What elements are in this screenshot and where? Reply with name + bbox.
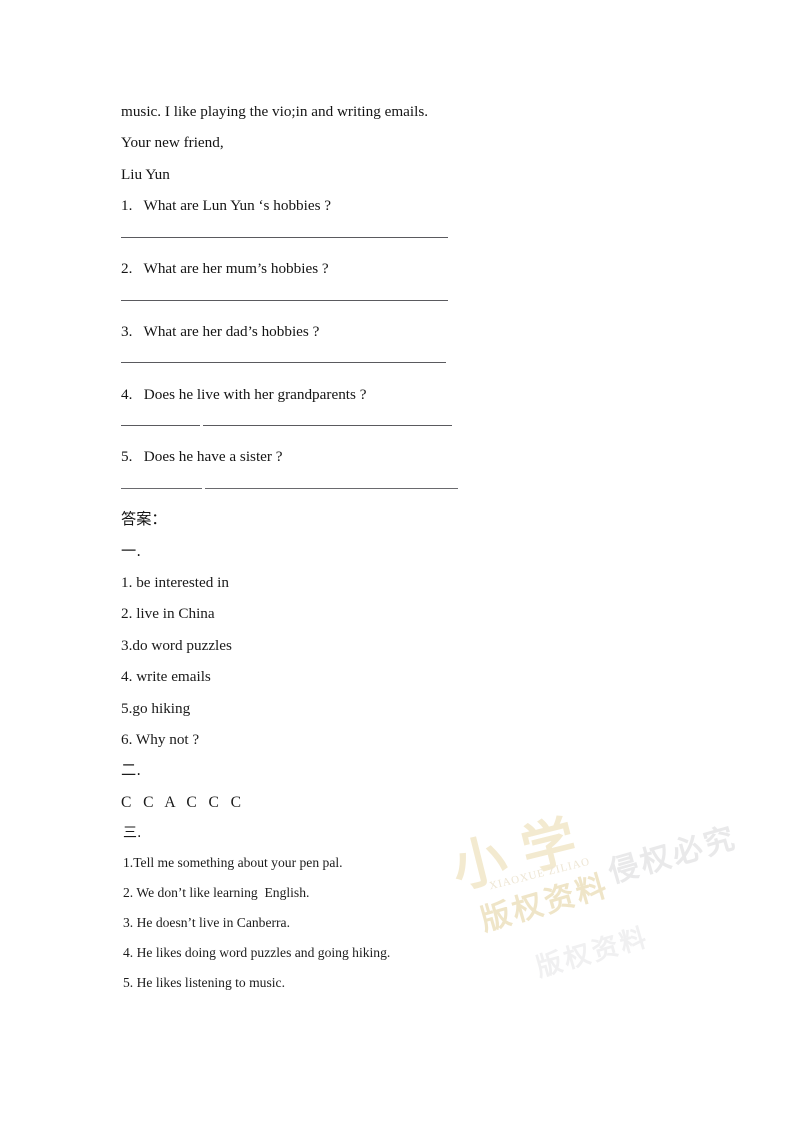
section-three-item-2: 2. We don’t like learning English. (123, 885, 310, 901)
question-5: 5. Does he have a sister ? (121, 448, 283, 466)
section-three-label: 三. (123, 825, 142, 842)
question-1: 1. What are Lun Yun ‘s hobbies ? (121, 197, 332, 215)
section-three-item-1: 1.Tell me something about your pen pal. (123, 855, 343, 871)
section-one-label: 一. (121, 541, 142, 560)
answer-blank-3[interactable] (121, 347, 681, 378)
section-one-item-5: 5.go hiking (121, 699, 191, 717)
letter-signature: Liu Yun (121, 165, 170, 183)
section-three-item-3: 3. He doesn’t live in Canberra. (123, 915, 290, 931)
section-one-item-3: 3.do word puzzles (121, 636, 232, 654)
question-2: 2. What are her mum’s hobbies ? (121, 260, 329, 278)
document-content: music. I like playing the vio;in and wri… (121, 96, 681, 998)
section-one-item-1: 1. be interested in (121, 574, 229, 592)
section-one-item-6: 6. Why not ? (121, 731, 200, 749)
answer-blank-2[interactable] (121, 284, 681, 315)
document-page: 小 学 XIAOXUE ZILIAO 版权资料 侵权必究 版权资料 music.… (0, 0, 793, 1122)
question-4: 4. Does he live with her grandparents ? (121, 385, 367, 403)
question-3: 3. What are her dad’s hobbies ? (121, 322, 320, 340)
section-one-item-2: 2. live in China (121, 605, 215, 623)
letter-body-text: music. I like playing the vio;in and wri… (121, 103, 429, 120)
section-three-item-4: 4. He likes doing word puzzles and going… (123, 945, 391, 961)
section-two-label: 二. (121, 761, 142, 780)
letter-sign-off: Your new friend, (121, 134, 224, 152)
answer-blank-5[interactable] (121, 473, 681, 504)
answer-blank-1[interactable] (121, 222, 681, 253)
section-one-item-4: 4. write emails (121, 668, 211, 686)
answer-blank-4[interactable] (121, 410, 681, 441)
section-two-choices: C C A C C C (121, 793, 242, 811)
answer-key-heading: 答案： (121, 510, 167, 529)
section-three-item-5: 5. He likes listening to music. (123, 975, 285, 991)
